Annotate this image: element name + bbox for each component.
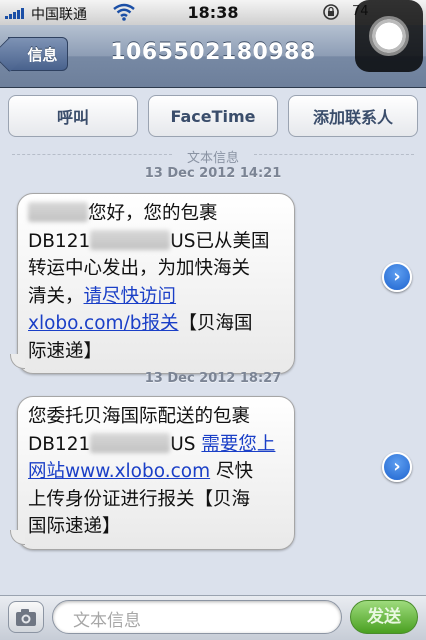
- camera-icon: [16, 609, 36, 626]
- camera-button[interactable]: [8, 601, 44, 633]
- message-timestamp: 13 Dec 2012 18:27: [144, 371, 282, 386]
- redacted-area: [28, 202, 88, 222]
- rotation-lock-icon: [322, 3, 340, 25]
- message-bubble[interactable]: 您好，您的包裹 DB121 US已从美国 转运中心发出，为加快海关 清关，请尽快访…: [10, 193, 295, 374]
- message-timestamp: 13 Dec 2012 14:21: [144, 166, 282, 181]
- send-button[interactable]: 发送: [350, 600, 418, 634]
- message-link[interactable]: xlobo.com/b报关: [28, 313, 179, 334]
- assistive-touch-button[interactable]: [355, 0, 423, 72]
- page-title: 1065502180988: [110, 40, 316, 65]
- back-arrow-icon: [0, 36, 28, 73]
- assistive-touch-icon: [369, 16, 409, 56]
- disclosure-chevron-icon[interactable]: ›: [382, 262, 412, 292]
- contact-actions: 呼叫 FaceTime 添加联系人: [8, 95, 418, 137]
- back-button-label: 信息: [27, 45, 58, 64]
- compose-bar: 文本信息 发送: [0, 595, 426, 640]
- disclosure-chevron-icon[interactable]: ›: [382, 452, 412, 482]
- thread-type-label: 文本信息: [186, 151, 239, 166]
- facetime-button[interactable]: FaceTime: [148, 95, 278, 137]
- divider-line: [254, 154, 414, 155]
- message-input[interactable]: 文本信息: [52, 600, 342, 634]
- add-contact-button[interactable]: 添加联系人: [288, 95, 418, 137]
- back-button[interactable]: 信息: [0, 36, 68, 73]
- message-link[interactable]: 网站www.xlobo.com: [28, 461, 210, 482]
- message-link[interactable]: 请尽快访问: [84, 286, 177, 307]
- call-button[interactable]: 呼叫: [8, 95, 138, 137]
- message-link[interactable]: 需要您上: [201, 434, 275, 455]
- message-bubble[interactable]: 您委托贝海国际配送的包裹 DB121 US 需要您上 网站www.xlobo.co…: [10, 396, 295, 550]
- redacted-area: [90, 432, 171, 453]
- redacted-area: [90, 229, 171, 250]
